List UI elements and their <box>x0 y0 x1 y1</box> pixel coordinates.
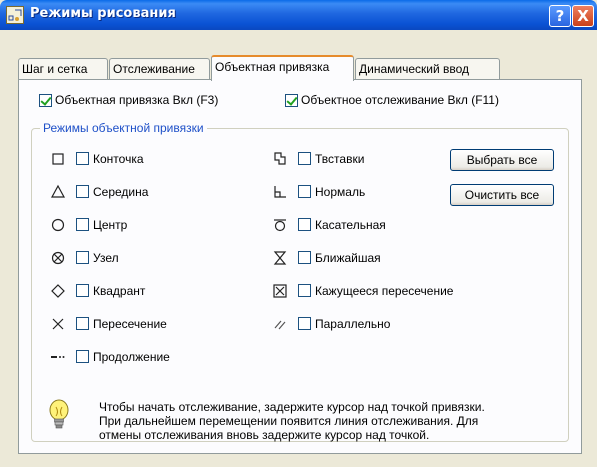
quadrant-checkbox[interactable] <box>76 284 89 297</box>
perpendicular-icon <box>274 186 286 198</box>
center-checkbox[interactable] <box>76 218 89 231</box>
hint-line: отмены отслеживания вновь задержите курс… <box>99 428 430 442</box>
extension-checkbox[interactable] <box>76 350 89 363</box>
insertion-checkbox[interactable] <box>298 152 311 165</box>
intersection-checkbox[interactable] <box>76 317 89 330</box>
nearest-checkbox[interactable] <box>298 251 311 264</box>
tab-tracking[interactable]: Отслеживание <box>109 58 210 80</box>
otrack-on-label: Объектное отслеживание Вкл (F11) <box>301 93 499 107</box>
apparent-intersection-icon <box>273 284 287 298</box>
perpendicular-checkbox[interactable] <box>298 185 311 198</box>
otrack-on-toggle[interactable]: Объектное отслеживание Вкл (F11) <box>285 93 499 108</box>
otrack-on-checkbox[interactable] <box>285 94 298 108</box>
snap-modes-group: Режимы объектной привязки Конточка Серед… <box>31 121 569 442</box>
endpoint-label: Конточка <box>93 152 144 166</box>
nearest-label: Ближайшая <box>315 251 381 265</box>
insertion-label: Твставки <box>315 152 365 166</box>
extension-icon <box>51 356 65 358</box>
parallel-label: Параллельно <box>315 317 391 331</box>
midpoint-label: Середина <box>93 185 149 199</box>
endpoint-checkbox[interactable] <box>76 152 89 165</box>
help-button[interactable]: ? <box>549 5 571 27</box>
osnap-on-checkbox[interactable] <box>39 94 52 108</box>
parallel-checkbox[interactable] <box>298 317 311 330</box>
osnap-on-toggle[interactable]: Объектная привязка Вкл (F3) <box>39 93 219 108</box>
parallel-icon <box>274 320 286 330</box>
center-label: Центр <box>93 218 128 232</box>
perpendicular-label: Нормаль <box>315 185 366 199</box>
lightbulb-icon <box>49 399 69 429</box>
close-button[interactable]: X <box>572 5 594 27</box>
apparent-intersection-checkbox[interactable] <box>298 284 311 297</box>
object-snap-panel: Объектная привязка Вкл (F3) Объектное от… <box>18 79 582 454</box>
extension-label: Продолжение <box>93 350 170 364</box>
tangent-icon <box>274 219 286 232</box>
diamond-quadrant-icon <box>51 284 65 298</box>
tab-dynamic-input[interactable]: Динамический ввод <box>355 58 500 80</box>
tracking-hint: Чтобы начать отслеживание, задержите кур… <box>99 400 551 442</box>
apparent-intersection-label: Кажущееся пересечение <box>315 284 454 298</box>
node-icon <box>51 251 65 265</box>
window-title: Режимы рисования <box>30 6 176 21</box>
midpoint-checkbox[interactable] <box>76 185 89 198</box>
quadrant-label: Квадрант <box>93 284 146 298</box>
app-icon <box>6 6 24 24</box>
tangent-checkbox[interactable] <box>298 218 311 231</box>
node-checkbox[interactable] <box>76 251 89 264</box>
osnap-on-label: Объектная привязка Вкл (F3) <box>55 93 219 107</box>
tab-snap-grid[interactable]: Шаг и сетка <box>18 58 108 80</box>
hint-line: Чтобы начать отслеживание, задержите кур… <box>99 400 485 414</box>
node-label: Узел <box>93 251 119 265</box>
title-bar: Режимы рисования ? X <box>0 0 597 30</box>
hourglass-nearest-icon <box>273 251 287 265</box>
tab-object-snap[interactable]: Объектная привязка <box>211 55 354 81</box>
select-all-button[interactable]: Выбрать все <box>450 149 554 171</box>
circle-center-icon <box>51 218 65 232</box>
tangent-label: Касательная <box>315 218 386 232</box>
intersection-label: Пересечение <box>93 317 167 331</box>
x-intersection-icon <box>52 318 64 330</box>
snap-modes-group-title: Режимы объектной привязки <box>40 121 207 135</box>
insertion-icon <box>274 152 286 165</box>
clear-all-button[interactable]: Очистить все <box>450 184 554 206</box>
triangle-midpoint-icon <box>50 184 66 198</box>
hint-line: При дальнейшем перемещении появится лини… <box>99 414 479 428</box>
square-endpoint-icon <box>52 153 64 165</box>
